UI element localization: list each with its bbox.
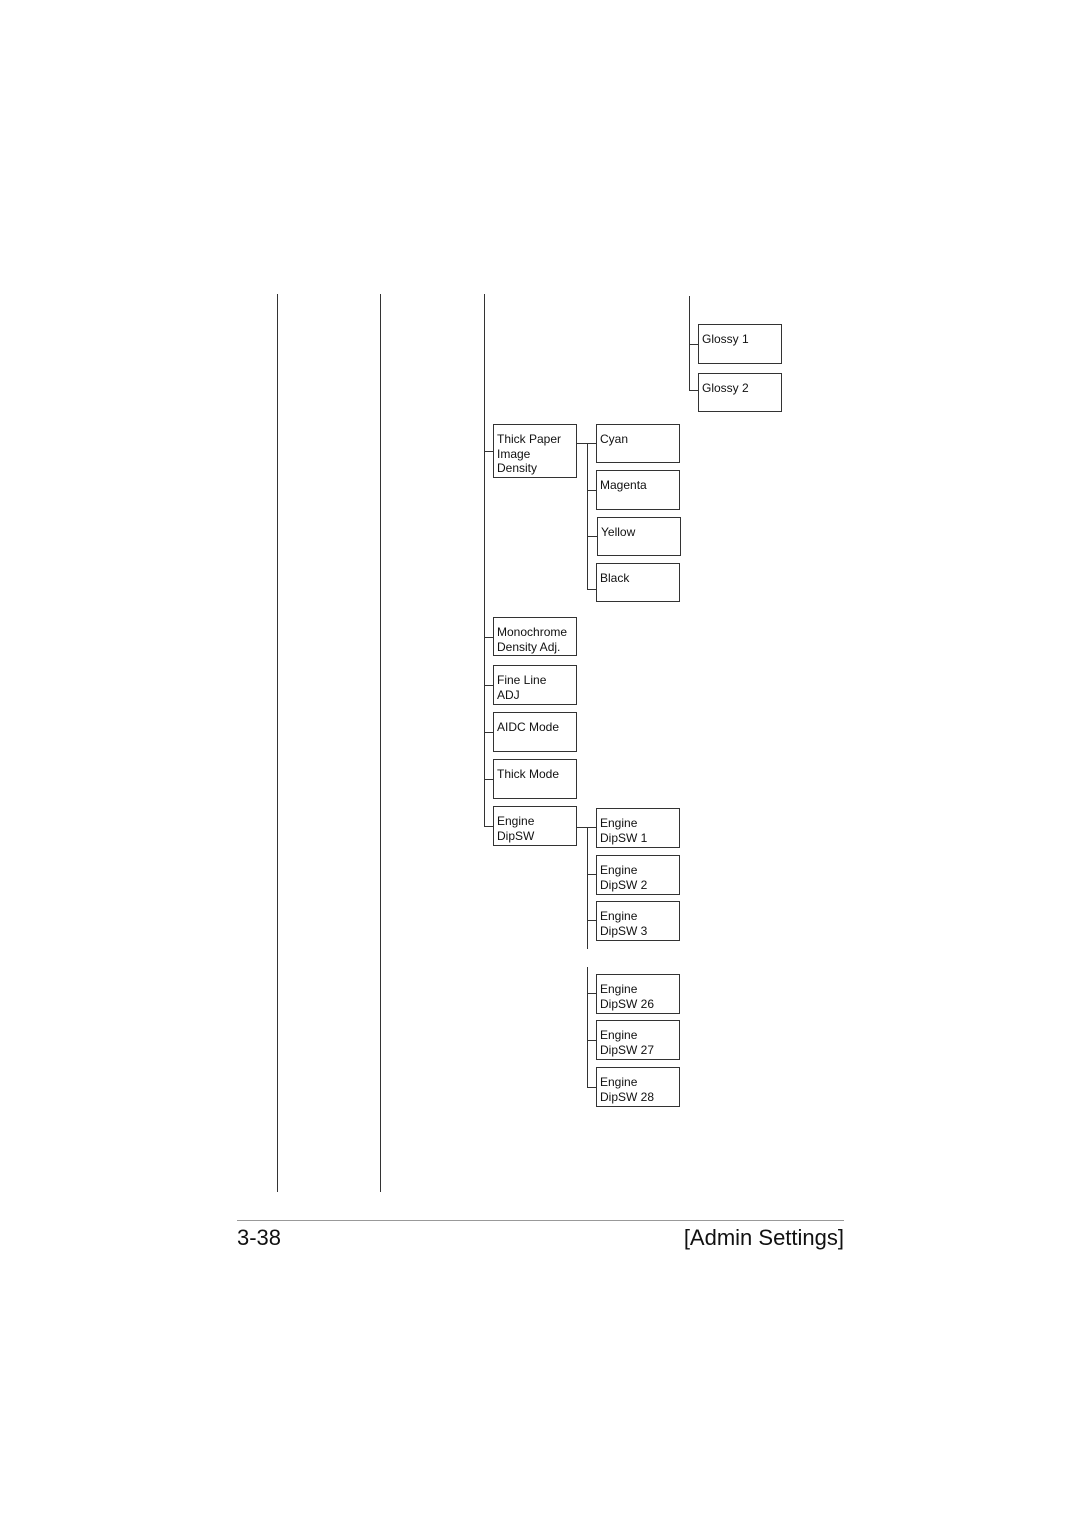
page-number: 3-38	[237, 1225, 282, 1250]
menu-node-engine-dipsw-26: Engine DipSW 26	[596, 974, 680, 1014]
tree-connector-glossy	[689, 296, 690, 390]
menu-node-engine-dipsw-1: Engine DipSW 1	[596, 808, 680, 848]
tree-connector-dipsw-cont	[587, 967, 588, 1088]
menu-node-yellow: Yellow	[597, 517, 681, 556]
menu-node-black: Black	[596, 563, 680, 602]
tree-connector-level2	[380, 294, 381, 1192]
section-title: [Admin Settings]	[683, 1225, 844, 1250]
menu-node-engine-dipsw-27: Engine DipSW 27	[596, 1020, 680, 1060]
menu-node-monochrome-density-adj: Monochrome Density Adj.	[493, 617, 577, 656]
menu-node-glossy-2: Glossy 2	[698, 373, 782, 412]
tree-connector-level3	[484, 294, 485, 827]
footer-rule	[237, 1220, 844, 1221]
tree-connector-level1	[277, 294, 278, 1192]
tree-connector-dipsw	[587, 827, 588, 949]
menu-node-magenta: Magenta	[596, 470, 680, 510]
menu-node-cyan: Cyan	[596, 424, 680, 463]
menu-node-engine-dipsw: Engine DipSW	[493, 806, 577, 846]
menu-node-fine-line-adj: Fine Line ADJ	[493, 665, 577, 705]
menu-node-thick-paper-image-density: Thick Paper Image Density	[493, 424, 577, 478]
menu-node-aidc-mode: AIDC Mode	[493, 712, 577, 752]
menu-node-thick-mode: Thick Mode	[493, 759, 577, 799]
menu-node-engine-dipsw-3: Engine DipSW 3	[596, 901, 680, 941]
menu-node-glossy-1: Glossy 1	[698, 324, 782, 364]
tree-branch	[587, 536, 597, 537]
menu-node-engine-dipsw-2: Engine DipSW 2	[596, 855, 680, 895]
menu-node-engine-dipsw-28: Engine DipSW 28	[596, 1067, 680, 1107]
tree-connector-colors	[587, 443, 588, 590]
